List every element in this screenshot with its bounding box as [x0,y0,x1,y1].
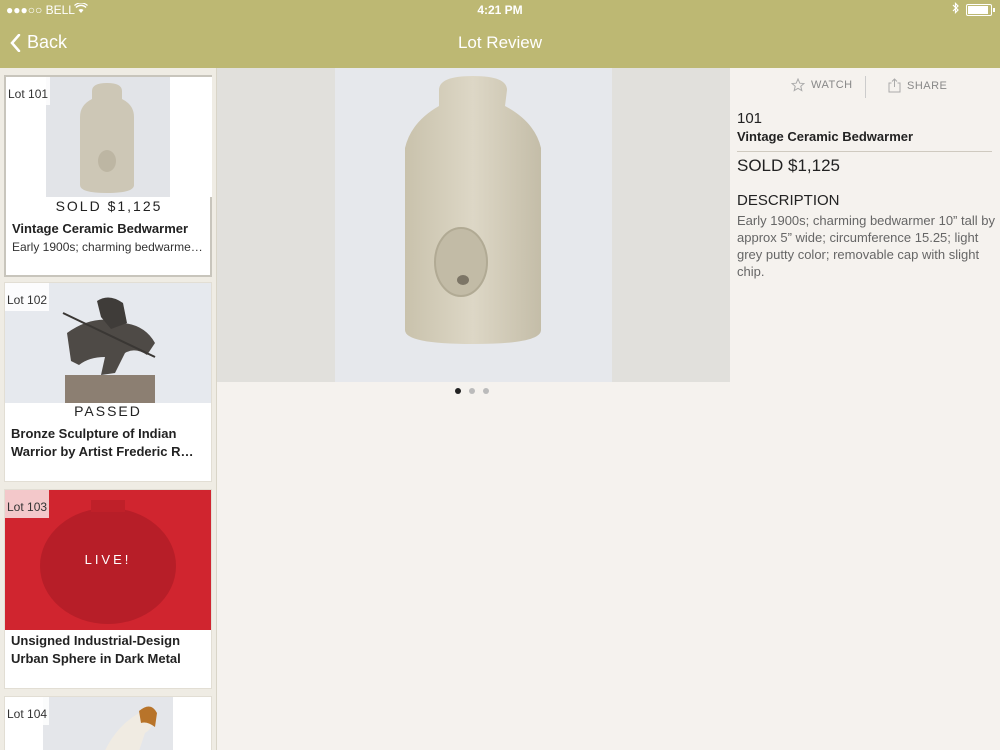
lot-card-102[interactable]: Lot 102 PASSED Bronze Sculpture of India… [4,282,212,482]
lot-photo [335,68,612,382]
lot-status: PASSED [5,403,211,419]
watch-label: WATCH [811,79,853,91]
status-bar: ●●●○○ BELL 4:21 PM [0,0,1000,20]
lot-card-103[interactable]: Lot 103 LIVE! Unsigned Industrial-Design… [4,489,212,689]
lot-number: 101 [737,110,763,127]
action-bar: WATCH SHARE [730,76,1000,98]
page-dot-2[interactable] [469,388,475,394]
lot-name: Vintage Ceramic Bedwarmer [737,129,914,144]
page-dot-3[interactable] [483,388,489,394]
lot-number-label: Lot 103 [5,490,50,518]
lot-card-101[interactable]: Lot 101 SOLD $1,125 Vintage Ceramic Bedw… [4,75,212,277]
lot-card-104[interactable]: Lot 104 [4,696,212,750]
action-divider [865,76,866,98]
lot-details-panel: WATCH SHARE 101 Vintage Ceramic Bedwarme… [730,68,1000,750]
page-dot-1[interactable] [455,388,461,394]
divider [737,151,992,152]
status-right [952,2,995,17]
description-text: Early 1900s; charming bedwarmer 10” tall… [737,213,995,279]
status-time: 4:21 PM [477,3,523,17]
lot-title: Vintage Ceramic Bedwarmer [12,221,189,236]
lot-title: Unsigned Industrial-Design Urban Sphere … [11,633,181,666]
navigation-bar: Back Lot Review [0,20,1000,68]
lot-image-viewer[interactable] [217,68,730,382]
watch-button[interactable]: WATCH [791,78,853,92]
share-label: SHARE [907,79,948,92]
top-bar: ●●●○○ BELL 4:21 PM Back Lot Review [0,0,1000,68]
lot-number-label: Lot 104 [5,697,50,725]
description-heading: DESCRIPTION [737,192,840,209]
bluetooth-icon [952,2,960,17]
lot-list[interactable]: Lot 101 SOLD $1,125 Vintage Ceramic Bedw… [0,68,217,750]
share-icon [888,78,901,93]
lot-subtitle: Early 1900s; charming bedwarmer 10” tall… [12,240,204,254]
page-indicator[interactable] [455,388,489,394]
lot-number-label: Lot 102 [5,283,50,311]
page-title: Lot Review [457,33,543,52]
sold-price: SOLD $1,125 [737,156,841,175]
share-button[interactable]: SHARE [888,78,947,93]
lot-title: Bronze Sculpture of Indian Warrior by Ar… [11,426,194,459]
battery-icon [966,3,995,16]
lot-number-label: Lot 101 [6,77,51,105]
live-badge: LIVE! [84,552,132,567]
star-icon [791,78,805,92]
lot-status: SOLD $1,125 [55,198,163,214]
